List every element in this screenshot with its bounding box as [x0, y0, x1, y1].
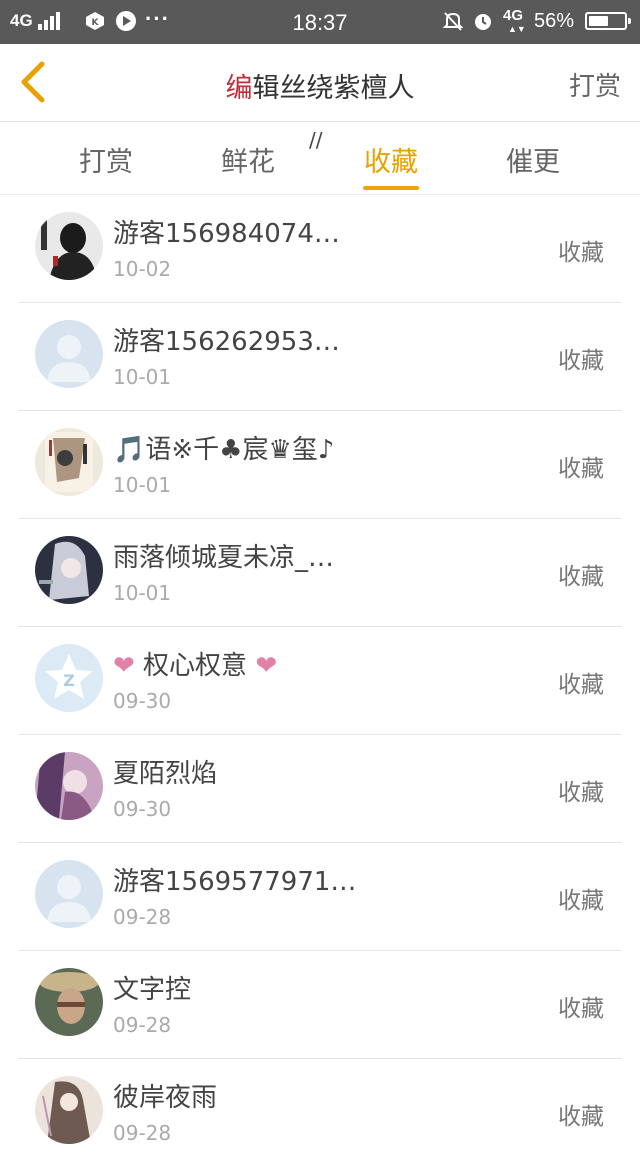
user-name-text: 权心权意: [134, 651, 256, 681]
avatar: [35, 752, 103, 820]
data-arrows-icon: ▲▼: [508, 24, 526, 34]
tab-urge-update[interactable]: 催更: [473, 140, 593, 179]
list-item[interactable]: 游客156262953… 10-01 收藏: [0, 303, 640, 411]
user-name: 🎵语※千♣宸♛玺♪: [113, 435, 335, 465]
user-name: 彼岸夜雨: [113, 1083, 218, 1113]
heart-icon: ❤: [255, 651, 278, 681]
battery-percent: 56%: [534, 10, 575, 32]
avatar: [35, 536, 103, 604]
status-bar: 4G K ··· 18:37 4G ▲▼ 56%: [0, 0, 640, 44]
user-name: ❤ 权心权意 ❤: [113, 645, 277, 682]
tab-tip[interactable]: 打赏: [46, 140, 166, 179]
page-title-accent: 编: [225, 73, 253, 104]
tip-button[interactable]: 打赏: [569, 66, 621, 103]
active-tab-indicator: [363, 186, 419, 190]
default-user-icon: [35, 860, 103, 928]
item-date: 10-01: [113, 581, 172, 605]
page-title-text: 辑丝绕紫檀人: [252, 73, 415, 104]
avatar: Z: [35, 644, 103, 712]
avatar: [35, 968, 103, 1036]
list-item[interactable]: Z ❤ 权心权意 ❤ 09-30 收藏: [0, 627, 640, 735]
star-logo-icon: Z: [35, 644, 103, 712]
tab-flowers[interactable]: 鲜花: [188, 140, 308, 179]
item-date: 10-02: [113, 257, 172, 281]
item-date: 09-30: [113, 797, 172, 821]
user-name: 雨落倾城夏未凉_…: [113, 543, 335, 573]
list-item[interactable]: 雨落倾城夏未凉_… 10-01 收藏: [0, 519, 640, 627]
tab-bar: 打赏 鲜花 收藏 催更 //: [0, 122, 640, 195]
list-item[interactable]: 游客156984074… 10-02 收藏: [0, 195, 640, 303]
action-label: 收藏: [558, 996, 604, 1022]
user-name: 游客1569577971…: [113, 867, 357, 897]
user-name: 文字控: [113, 975, 192, 1005]
list-item[interactable]: 彼岸夜雨 09-28 收藏: [0, 1059, 640, 1167]
avatar: [35, 320, 103, 388]
action-label: 收藏: [558, 888, 604, 914]
mute-icon: [442, 10, 464, 32]
item-date: 10-01: [113, 365, 172, 389]
action-label: 收藏: [558, 672, 604, 698]
item-date: 09-28: [113, 905, 172, 929]
battery-icon: [585, 12, 631, 30]
user-name: 游客156984074…: [113, 219, 340, 249]
action-label: 收藏: [558, 780, 604, 806]
user-name: 游客156262953…: [113, 327, 340, 357]
avatar: [35, 1076, 103, 1144]
list-item[interactable]: 游客1569577971… 09-28 收藏: [0, 843, 640, 951]
svg-text:Z: Z: [63, 671, 75, 690]
list-item[interactable]: 夏陌烈焰 09-30 收藏: [0, 735, 640, 843]
heart-icon: ❤: [113, 651, 135, 681]
avatar: [35, 428, 103, 496]
network-type-secondary: 4G: [503, 7, 524, 24]
action-label: 收藏: [558, 348, 604, 374]
action-label: 收藏: [558, 1104, 604, 1130]
item-date: 09-28: [113, 1121, 172, 1145]
item-date: 10-01: [113, 473, 172, 497]
list-item[interactable]: 文字控 09-28 收藏: [0, 951, 640, 1059]
user-name: 夏陌烈焰: [113, 759, 218, 789]
tab-mark: //: [309, 128, 323, 152]
avatar: [35, 860, 103, 928]
avatar: [35, 212, 103, 280]
default-user-icon: [35, 320, 103, 388]
item-date: 09-30: [113, 689, 172, 713]
list-item[interactable]: 🎵语※千♣宸♛玺♪ 10-01 收藏: [0, 411, 640, 519]
action-label: 收藏: [558, 456, 604, 482]
page-title: 编辑丝绕紫檀人: [0, 66, 640, 105]
action-label: 收藏: [558, 564, 604, 590]
item-date: 09-28: [113, 1013, 172, 1037]
title-bar: 编辑丝绕紫檀人 打赏: [0, 44, 640, 122]
tab-favorites[interactable]: 收藏: [331, 140, 451, 179]
action-label: 收藏: [558, 240, 604, 266]
alarm-icon: [472, 10, 494, 32]
